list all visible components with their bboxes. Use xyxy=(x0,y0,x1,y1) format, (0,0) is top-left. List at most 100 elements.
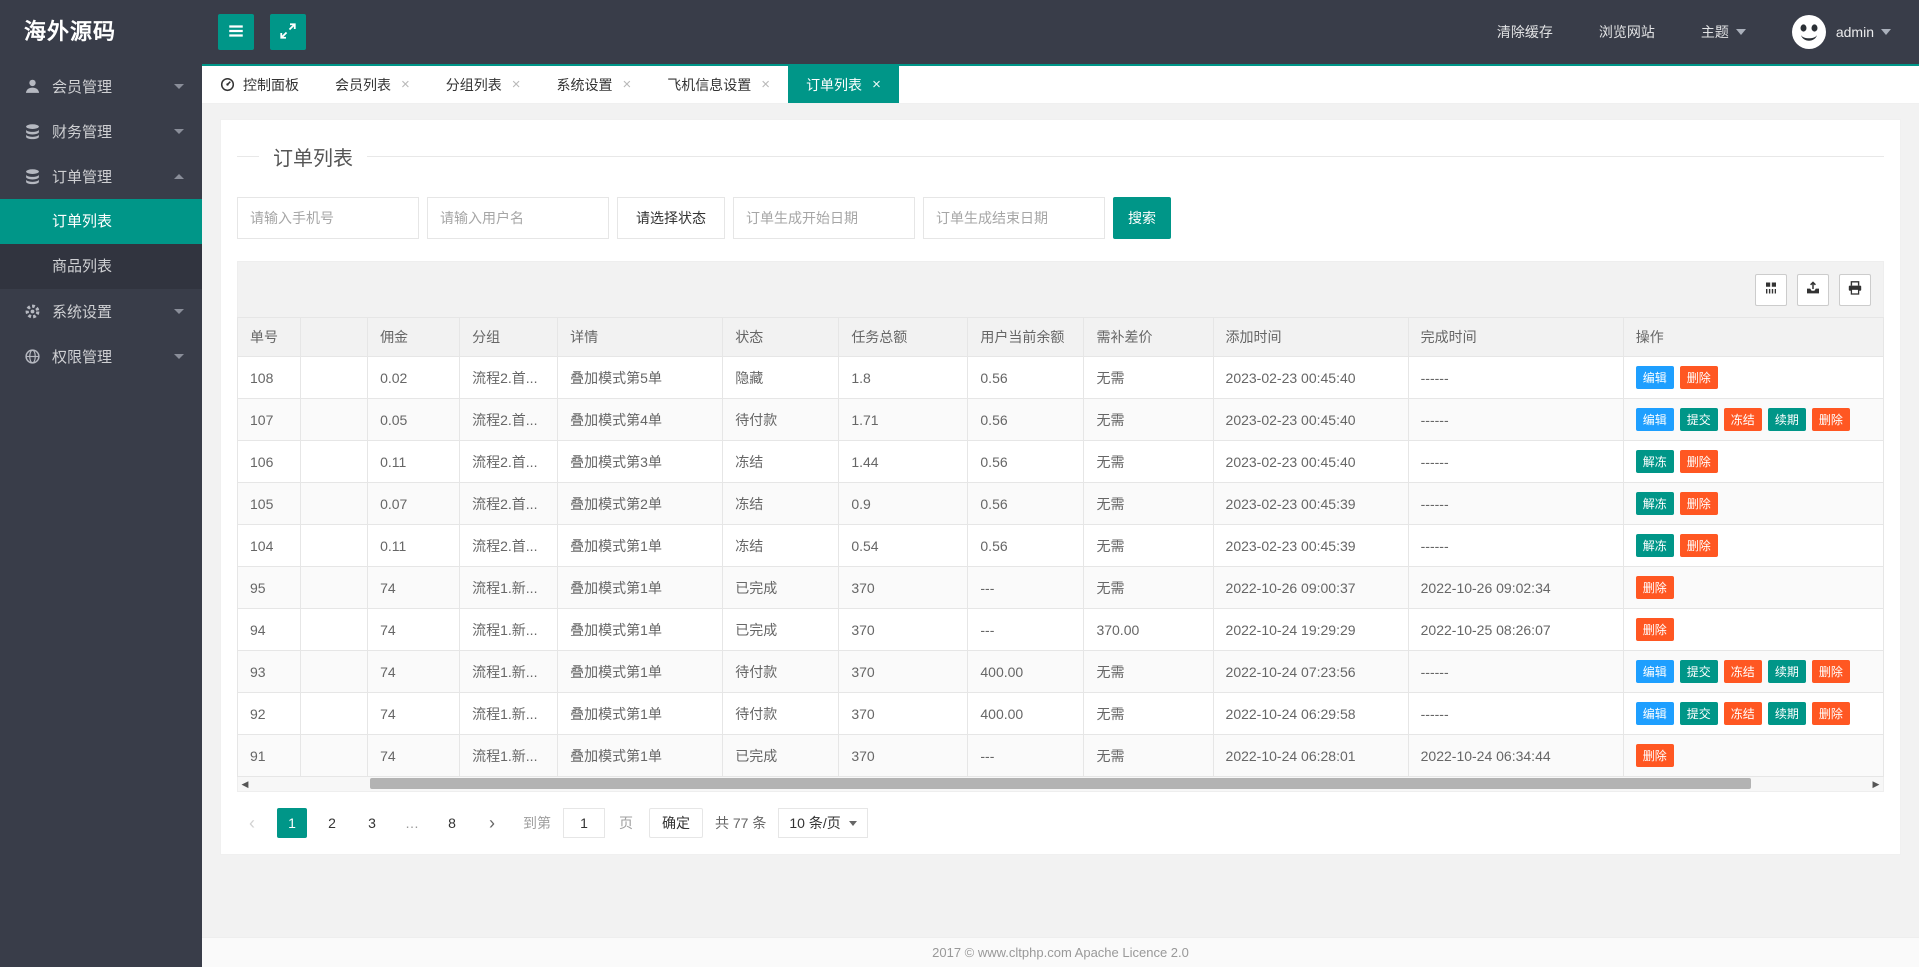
sidebar-item-permission[interactable]: 权限管理 xyxy=(0,334,202,379)
page-button-1[interactable]: 1 xyxy=(277,808,307,838)
table-cell: 流程1.新... xyxy=(459,566,559,609)
close-icon[interactable]: × xyxy=(401,77,410,92)
action-button-blue[interactable]: 编辑 xyxy=(1635,408,1674,431)
action-button-teal[interactable]: 解冻 xyxy=(1635,450,1674,473)
fullscreen-button[interactable] xyxy=(270,14,306,50)
scroll-left-arrow-icon[interactable]: ◀ xyxy=(238,777,252,791)
tab-dashboard[interactable]: 控制面板 xyxy=(202,66,317,103)
theme-dropdown[interactable]: 主题 xyxy=(1701,22,1746,42)
page-size-value: 10 条/页 xyxy=(789,815,841,831)
collapse-sidebar-button[interactable] xyxy=(218,14,254,50)
print-button[interactable] xyxy=(1839,273,1871,306)
username-input[interactable] xyxy=(427,197,609,239)
sidebar-item-order-list[interactable]: 订单列表 xyxy=(0,199,202,244)
next-page-button[interactable]: › xyxy=(477,808,507,838)
export-button[interactable] xyxy=(1797,273,1829,306)
confirm-button[interactable]: 确定 xyxy=(649,808,703,838)
action-button-red[interactable]: 删除 xyxy=(1635,576,1674,599)
close-icon[interactable]: × xyxy=(872,77,881,92)
scroll-right-arrow-icon[interactable]: ▶ xyxy=(1869,777,1883,791)
footer: 2017 © www.cltphp.com Apache Licence 2.0 xyxy=(202,937,1919,967)
sidebar-menu: 会员管理 财务管理 订单管理 订单列表 商品列表 系统设置 权限管理 xyxy=(0,64,202,379)
tab-order-list[interactable]: 订单列表 × xyxy=(788,66,899,103)
tab-system-settings[interactable]: 系统设置 × xyxy=(539,66,650,103)
close-icon[interactable]: × xyxy=(512,77,521,92)
prev-page-button[interactable]: ‹ xyxy=(237,808,267,838)
sidebar-item-members[interactable]: 会员管理 xyxy=(0,64,202,109)
action-button-teal[interactable]: 解冻 xyxy=(1635,534,1674,557)
action-button-red[interactable]: 冻结 xyxy=(1723,702,1762,725)
action-button-red[interactable]: 删除 xyxy=(1635,744,1674,767)
search-button[interactable]: 搜索 xyxy=(1113,197,1171,239)
table-cell xyxy=(300,650,369,693)
action-button-teal[interactable]: 解冻 xyxy=(1635,492,1674,515)
actions-cell: 解冻 删除 xyxy=(1622,482,1885,525)
action-button-red[interactable]: 删除 xyxy=(1679,366,1718,389)
close-icon[interactable]: × xyxy=(623,77,632,92)
table-cell: 无需 xyxy=(1083,692,1214,735)
clear-cache-link[interactable]: 清除缓存 xyxy=(1497,22,1553,42)
action-button-red[interactable]: 删除 xyxy=(1679,534,1718,557)
action-button-teal[interactable]: 续期 xyxy=(1767,408,1806,431)
action-button-red[interactable]: 删除 xyxy=(1679,450,1718,473)
table-cell xyxy=(300,482,369,525)
table-cell xyxy=(300,692,369,735)
action-button-red[interactable]: 冻结 xyxy=(1723,408,1762,431)
columns-button[interactable] xyxy=(1755,273,1787,306)
sidebar-item-orders[interactable]: 订单管理 xyxy=(0,154,202,199)
page-button-8[interactable]: 8 xyxy=(437,808,467,838)
action-button-teal[interactable]: 提交 xyxy=(1679,702,1718,725)
tab-plane-info[interactable]: 飞机信息设置 × xyxy=(649,66,788,103)
page-size-select[interactable]: 10 条/页 xyxy=(778,808,868,838)
phone-input[interactable] xyxy=(237,197,419,239)
topbar-link-label: 清除缓存 xyxy=(1496,24,1553,40)
browse-site-link[interactable]: 浏览网站 xyxy=(1599,22,1655,42)
sidebar-item-finance[interactable]: 财务管理 xyxy=(0,109,202,154)
table-cell: 流程1.新... xyxy=(459,734,559,777)
table-cell: --- xyxy=(967,734,1085,777)
action-button-blue[interactable]: 编辑 xyxy=(1635,366,1674,389)
table-cell: 93 xyxy=(236,650,302,693)
table-cell: 0.11 xyxy=(367,440,461,483)
column-header: 需补差价 xyxy=(1083,317,1214,357)
action-button-red[interactable]: 删除 xyxy=(1811,660,1850,683)
close-icon[interactable]: × xyxy=(761,77,770,92)
status-select[interactable]: 请选择状态 xyxy=(617,197,725,239)
action-button-red[interactable]: 删除 xyxy=(1679,492,1718,515)
table-cell: 已完成 xyxy=(722,566,840,609)
tab-member-list[interactable]: 会员列表 × xyxy=(317,66,428,103)
action-button-red[interactable]: 删除 xyxy=(1811,702,1850,725)
action-button-blue[interactable]: 编辑 xyxy=(1635,702,1674,725)
action-button-red[interactable]: 删除 xyxy=(1811,408,1850,431)
action-button-teal[interactable]: 续期 xyxy=(1767,660,1806,683)
table-cell xyxy=(300,440,369,483)
end-date-input[interactable] xyxy=(923,197,1105,239)
table-cell: 91 xyxy=(236,734,302,777)
table-cell: 370 xyxy=(838,650,969,693)
avatar[interactable] xyxy=(1791,15,1826,49)
start-date-input[interactable] xyxy=(733,197,915,239)
tabbar: 控制面板 会员列表 × 分组列表 × 系统设置 × 飞机信息设置 × 订单列表 × xyxy=(202,66,1919,104)
chevron-down-icon xyxy=(174,354,184,359)
total-count: 共 77 条 xyxy=(715,815,767,831)
user-menu[interactable]: admin xyxy=(1836,24,1891,40)
tab-group-list[interactable]: 分组列表 × xyxy=(428,66,539,103)
action-button-blue[interactable]: 编辑 xyxy=(1635,660,1674,683)
columns-icon xyxy=(1763,280,1779,299)
sidebar-item-system[interactable]: 系统设置 xyxy=(0,289,202,334)
action-button-teal[interactable]: 提交 xyxy=(1679,660,1718,683)
scrollbar-thumb[interactable] xyxy=(369,778,1752,789)
action-button-teal[interactable]: 提交 xyxy=(1679,408,1718,431)
settings-icon xyxy=(24,303,41,320)
action-button-red[interactable]: 删除 xyxy=(1635,618,1674,641)
sidebar-item-goods-list[interactable]: 商品列表 xyxy=(0,244,202,289)
goto-page-input[interactable] xyxy=(563,808,605,838)
page-button-2[interactable]: 2 xyxy=(317,808,347,838)
table-cell: 2022-10-24 06:28:01 xyxy=(1212,734,1409,777)
table-cell: 74 xyxy=(367,608,461,651)
action-button-teal[interactable]: 续期 xyxy=(1767,702,1806,725)
table-cell: 流程1.新... xyxy=(459,608,559,651)
app-logo: 海外源码 xyxy=(24,19,117,44)
action-button-red[interactable]: 冻结 xyxy=(1723,660,1762,683)
page-button-3[interactable]: 3 xyxy=(357,808,387,838)
